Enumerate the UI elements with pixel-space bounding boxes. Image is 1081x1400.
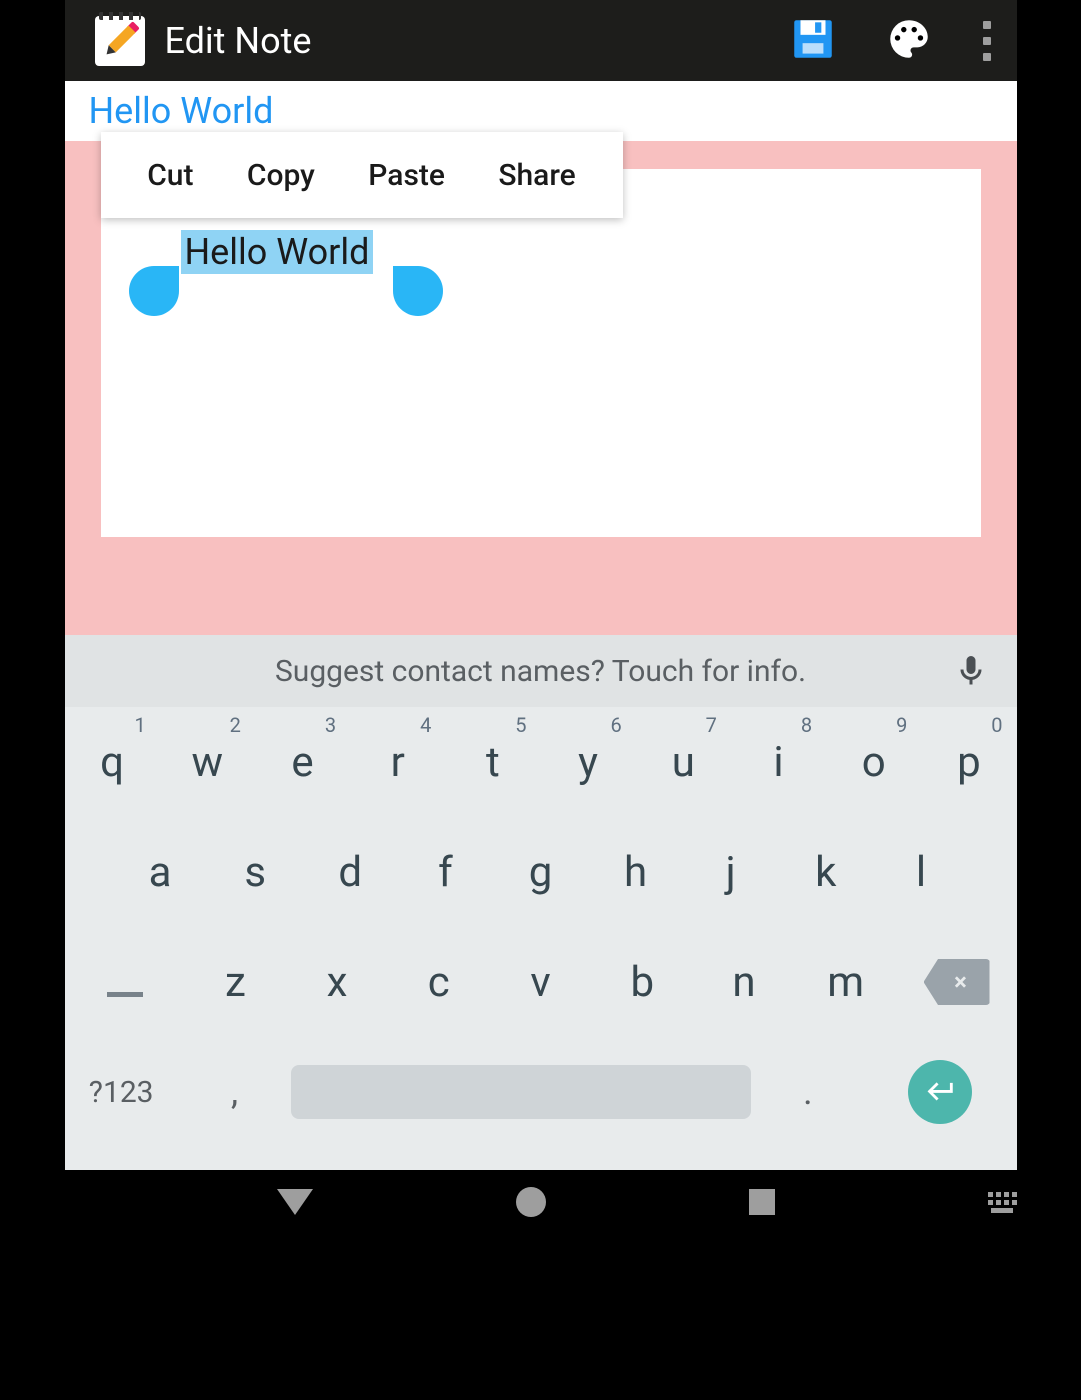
mic-icon	[953, 674, 989, 693]
key-y[interactable]: y6	[541, 707, 636, 817]
period-key[interactable]: .	[751, 1037, 864, 1147]
key-p[interactable]: p0	[921, 707, 1016, 817]
app-icon	[95, 16, 145, 66]
context-paste[interactable]: Paste	[368, 158, 445, 193]
more-vert-icon	[983, 21, 991, 29]
key-m[interactable]: m	[795, 927, 897, 1037]
key-q[interactable]: q1	[65, 707, 160, 817]
comma-key[interactable]: ,	[178, 1037, 291, 1147]
key-i-alt: 8	[801, 713, 812, 737]
selection-handle-end[interactable]	[393, 266, 443, 316]
nav-recent-button[interactable]	[749, 1189, 775, 1215]
key-w-alt: 2	[230, 713, 241, 737]
key-s[interactable]: s	[208, 817, 303, 927]
key-e[interactable]: e3	[255, 707, 350, 817]
key-a[interactable]: a	[113, 817, 208, 927]
nav-back-button[interactable]	[277, 1189, 313, 1215]
voice-input-button[interactable]	[953, 653, 989, 693]
key-l[interactable]: l	[873, 817, 968, 927]
key-v[interactable]: v	[490, 927, 592, 1037]
key-u[interactable]: u7	[636, 707, 731, 817]
key-i[interactable]: i8	[731, 707, 826, 817]
save-button[interactable]	[765, 0, 861, 81]
key-p-alt: 0	[991, 713, 1002, 737]
key-g[interactable]: g	[493, 817, 588, 927]
key-o[interactable]: o9	[826, 707, 921, 817]
app-title: Edit Note	[165, 20, 312, 62]
key-z[interactable]: z	[185, 927, 287, 1037]
note-title-text: Hello World	[89, 90, 274, 132]
key-k[interactable]: k	[778, 817, 873, 927]
selected-text-wrapper: Hello World	[181, 230, 374, 274]
key-q-alt: 1	[134, 713, 145, 737]
suggestion-bar[interactable]: Suggest contact names? Touch for info.	[65, 635, 1017, 707]
context-copy[interactable]: Copy	[247, 158, 315, 193]
enter-key[interactable]	[864, 1037, 1016, 1147]
nav-keyboard-switch-button[interactable]	[988, 1192, 1017, 1213]
key-d[interactable]: d	[303, 817, 398, 927]
save-icon	[788, 14, 838, 68]
nav-home-button[interactable]	[516, 1187, 546, 1217]
key-w[interactable]: w2	[160, 707, 255, 817]
key-o-alt: 9	[896, 713, 907, 737]
symbols-key[interactable]: ?123	[65, 1037, 178, 1147]
backspace-key[interactable]: ×	[897, 927, 1017, 1037]
context-share[interactable]: Share	[498, 158, 575, 193]
context-cut[interactable]: Cut	[147, 158, 193, 193]
key-h[interactable]: h	[588, 817, 683, 927]
note-body-field[interactable]	[101, 169, 981, 537]
key-t-alt: 5	[515, 713, 526, 737]
palette-icon	[884, 14, 934, 68]
key-y-alt: 6	[610, 713, 621, 737]
shift-key[interactable]	[65, 927, 185, 1037]
soft-keyboard: Suggest contact names? Touch for info. q…	[65, 635, 1017, 1170]
selected-text[interactable]: Hello World	[181, 230, 374, 274]
suggestion-text: Suggest contact names? Touch for info.	[65, 654, 1017, 689]
key-t[interactable]: t5	[445, 707, 540, 817]
key-n[interactable]: n	[693, 927, 795, 1037]
key-u-alt: 7	[706, 713, 717, 737]
palette-button[interactable]	[861, 0, 957, 81]
space-key[interactable]	[291, 1037, 751, 1147]
key-b[interactable]: b	[591, 927, 693, 1037]
selection-handle-start[interactable]	[129, 266, 179, 316]
key-j[interactable]: j	[683, 817, 778, 927]
app-bar: Edit Note	[65, 0, 1017, 81]
key-e-alt: 3	[325, 713, 336, 737]
key-r[interactable]: r4	[350, 707, 445, 817]
system-nav-bar	[65, 1170, 1017, 1234]
key-f[interactable]: f	[398, 817, 493, 927]
key-r-alt: 4	[420, 713, 431, 737]
enter-icon	[923, 1073, 957, 1111]
overflow-menu-button[interactable]	[957, 0, 1017, 81]
backspace-icon: ×	[924, 959, 990, 1005]
text-context-menu: Cut Copy Paste Share	[101, 132, 623, 218]
key-c[interactable]: c	[388, 927, 490, 1037]
key-x[interactable]: x	[286, 927, 388, 1037]
